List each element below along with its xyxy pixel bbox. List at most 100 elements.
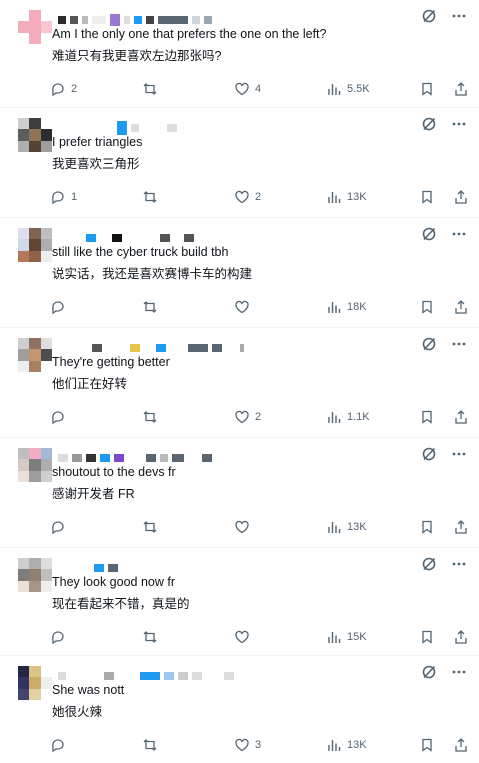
grok-icon[interactable] <box>421 226 437 242</box>
views-icon <box>328 192 341 203</box>
views-count: 13K <box>347 191 367 203</box>
retweet-button[interactable] <box>142 409 234 425</box>
tweet[interactable]: still like the cyber truck build tbh 说实话… <box>0 218 479 328</box>
share-icon[interactable] <box>453 189 469 205</box>
more-icon[interactable] <box>451 116 467 132</box>
author-name-redacted[interactable] <box>58 343 244 353</box>
grok-icon[interactable] <box>421 8 437 24</box>
tweet-translation: 难道只有我更喜欢左边那张吗? <box>52 49 222 63</box>
more-icon[interactable] <box>451 226 467 242</box>
like-button[interactable]: 4 <box>234 81 326 97</box>
author-name-redacted[interactable] <box>58 671 234 681</box>
tweet-translation: 他们正在好转 <box>52 377 128 391</box>
tweet-translation: 现在看起来不错，真是的 <box>52 597 190 611</box>
share-icon[interactable] <box>453 519 469 535</box>
retweet-icon <box>143 301 157 313</box>
bookmark-icon[interactable] <box>419 81 435 97</box>
tweet[interactable]: They're getting better 他们正在好转 2 1.1K <box>0 328 479 438</box>
reply-feed: Am I the only one that prefers the one o… <box>0 0 479 763</box>
share-icon[interactable] <box>453 629 469 645</box>
retweet-button[interactable] <box>142 299 234 315</box>
share-icon[interactable] <box>453 409 469 425</box>
views-button[interactable]: 13K <box>326 189 416 205</box>
avatar[interactable] <box>18 118 52 152</box>
grok-icon[interactable] <box>421 336 437 352</box>
tweet-translation: 我更喜欢三角形 <box>52 157 140 171</box>
bookmark-icon[interactable] <box>419 737 435 753</box>
views-button[interactable]: 13K <box>326 519 416 535</box>
tweet-text: Am I the only one that prefers the one o… <box>52 27 327 41</box>
author-name-redacted[interactable] <box>58 233 194 243</box>
tweet[interactable]: They look good now fr 现在看起来不错，真是的 15K <box>0 548 479 656</box>
bookmark-icon[interactable] <box>419 519 435 535</box>
views-button[interactable]: 15K <box>326 629 416 645</box>
author-name-redacted[interactable] <box>58 121 177 135</box>
reply-button[interactable] <box>50 629 142 645</box>
reply-button[interactable] <box>50 737 142 753</box>
avatar[interactable] <box>18 228 52 262</box>
reply-button[interactable]: 2 <box>50 81 142 97</box>
views-button[interactable]: 13K <box>326 737 416 753</box>
bookmark-icon[interactable] <box>419 409 435 425</box>
grok-icon[interactable] <box>421 446 437 462</box>
avatar[interactable] <box>18 558 52 592</box>
tweet[interactable]: shoutout to the devs fr 感谢开发者 FR 13K <box>0 438 479 548</box>
avatar[interactable] <box>18 10 52 44</box>
grok-icon[interactable] <box>421 556 437 572</box>
like-button[interactable]: 2 <box>234 189 326 205</box>
more-icon[interactable] <box>451 664 467 680</box>
views-button[interactable]: 1.1K <box>326 409 416 425</box>
share-icon[interactable] <box>453 737 469 753</box>
author-name-redacted[interactable] <box>58 14 212 26</box>
like-count: 2 <box>255 411 262 423</box>
views-icon <box>328 84 341 95</box>
grok-icon[interactable] <box>421 664 437 680</box>
tweet[interactable]: Am I the only one that prefers the one o… <box>0 0 479 108</box>
views-count: 1.1K <box>347 411 370 423</box>
avatar[interactable] <box>18 338 52 372</box>
retweet-icon <box>143 521 157 533</box>
like-button[interactable] <box>234 629 326 645</box>
reply-button[interactable] <box>50 519 142 535</box>
bookmark-icon[interactable] <box>419 299 435 315</box>
more-icon[interactable] <box>451 446 467 462</box>
share-icon[interactable] <box>453 299 469 315</box>
retweet-button[interactable] <box>142 737 234 753</box>
retweet-button[interactable] <box>142 519 234 535</box>
retweet-button[interactable] <box>142 81 234 97</box>
more-icon[interactable] <box>451 556 467 572</box>
reply-count: 2 <box>71 83 78 95</box>
views-icon <box>328 632 341 643</box>
like-icon <box>235 300 249 314</box>
grok-icon[interactable] <box>421 116 437 132</box>
like-icon <box>235 190 249 204</box>
views-button[interactable]: 5.5K <box>326 81 416 97</box>
retweet-button[interactable] <box>142 629 234 645</box>
avatar[interactable] <box>18 666 52 700</box>
reply-button[interactable] <box>50 299 142 315</box>
author-name-redacted[interactable] <box>58 563 118 573</box>
tweet[interactable]: She was nott 她很火辣 3 13K <box>0 656 479 763</box>
retweet-button[interactable] <box>142 189 234 205</box>
like-count: 4 <box>255 83 262 95</box>
author-name-redacted[interactable] <box>58 453 212 463</box>
retweet-icon <box>143 83 157 95</box>
tweet-text: shoutout to the devs fr <box>52 465 176 479</box>
avatar[interactable] <box>18 448 52 482</box>
reply-button[interactable]: 1 <box>50 189 142 205</box>
like-button[interactable] <box>234 519 326 535</box>
views-button[interactable]: 18K <box>326 299 416 315</box>
share-icon[interactable] <box>453 81 469 97</box>
like-button[interactable]: 3 <box>234 737 326 753</box>
retweet-icon <box>143 191 157 203</box>
views-icon <box>328 302 341 313</box>
more-icon[interactable] <box>451 8 467 24</box>
tweet[interactable]: I prefer triangles 我更喜欢三角形 1 2 13K <box>0 108 479 218</box>
more-icon[interactable] <box>451 336 467 352</box>
bookmark-icon[interactable] <box>419 189 435 205</box>
like-button[interactable] <box>234 299 326 315</box>
reply-button[interactable] <box>50 409 142 425</box>
like-button[interactable]: 2 <box>234 409 326 425</box>
views-count: 13K <box>347 521 367 533</box>
bookmark-icon[interactable] <box>419 629 435 645</box>
